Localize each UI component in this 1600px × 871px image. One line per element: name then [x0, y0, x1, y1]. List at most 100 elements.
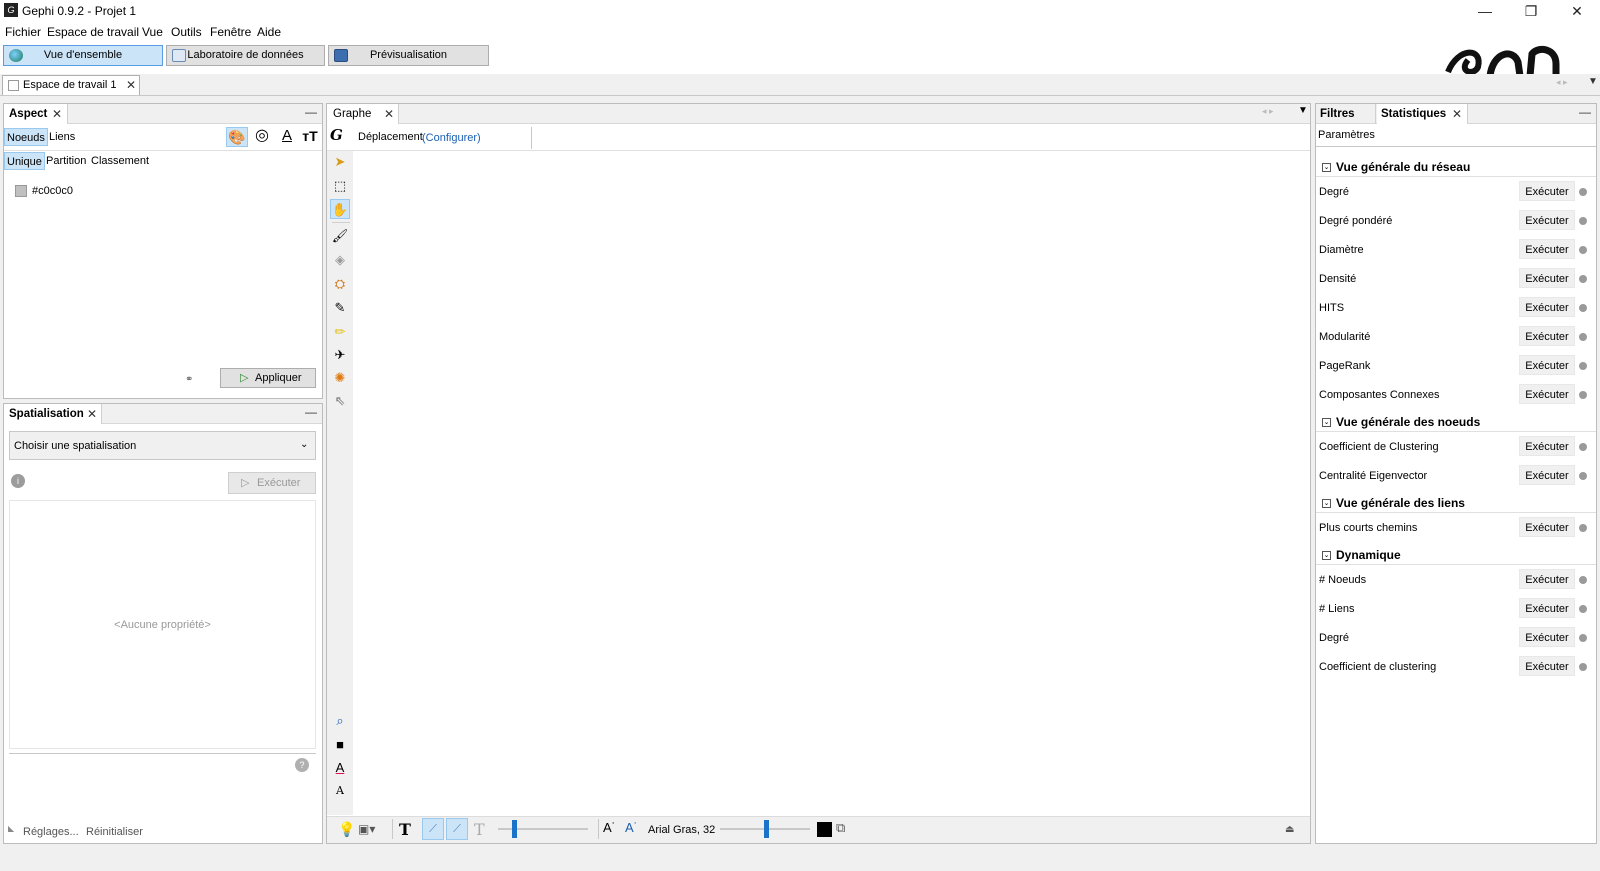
- font-size-down-icon[interactable]: A˙: [603, 820, 616, 835]
- close-graph-icon[interactable]: ✕: [384, 107, 394, 121]
- label-size-slider-thumb[interactable]: [764, 820, 769, 838]
- tab-unique[interactable]: Unique: [4, 152, 45, 170]
- tab-liens[interactable]: Liens: [47, 128, 77, 146]
- link-icon[interactable]: ⚭: [185, 374, 193, 385]
- status-dot-icon[interactable]: [1579, 304, 1587, 312]
- maximize-window-button[interactable]: ❐: [1508, 0, 1554, 22]
- run-statistic-button[interactable]: Exécuter: [1519, 268, 1575, 288]
- menu-fenetre[interactable]: Fenêtre: [210, 25, 251, 39]
- run-statistic-button[interactable]: Exécuter: [1519, 598, 1575, 618]
- stat-section-header[interactable]: ⌄ Dynamique: [1316, 545, 1596, 565]
- node-color-swatch[interactable]: [15, 185, 27, 197]
- run-statistic-button[interactable]: Exécuter: [1519, 210, 1575, 230]
- brush-icon[interactable]: 🖌: [330, 226, 350, 246]
- tab-list-dropdown-icon[interactable]: ▼: [1588, 76, 1598, 87]
- label-color-swatch[interactable]: [817, 822, 832, 837]
- status-dot-icon[interactable]: [1579, 246, 1587, 254]
- collapse-icon[interactable]: ⌄: [1322, 418, 1331, 427]
- label-color-icon[interactable]: A: [276, 127, 298, 147]
- run-statistic-button[interactable]: Exécuter: [1519, 436, 1575, 456]
- status-dot-icon[interactable]: [1579, 634, 1587, 642]
- zoom-icon[interactable]: ⌕: [330, 711, 350, 731]
- layout-select[interactable]: Choisir une spatialisation ⌄: [9, 431, 316, 460]
- run-statistic-button[interactable]: Exécuter: [1519, 569, 1575, 589]
- run-statistic-button[interactable]: Exécuter: [1519, 326, 1575, 346]
- gear-icon[interactable]: ✺: [330, 368, 350, 388]
- close-window-button[interactable]: ✕: [1554, 0, 1600, 22]
- status-dot-icon[interactable]: [1579, 391, 1587, 399]
- close-workspace-icon[interactable]: ✕: [126, 78, 136, 92]
- status-dot-icon[interactable]: [1579, 362, 1587, 370]
- info-icon[interactable]: i: [11, 474, 25, 488]
- edge-size-slider-thumb[interactable]: [512, 820, 517, 838]
- font-color-picker-icon[interactable]: A˙: [625, 820, 638, 835]
- collapse-icon[interactable]: ⌄: [1322, 499, 1331, 508]
- minimize-window-button[interactable]: —: [1462, 0, 1508, 22]
- tab-partition[interactable]: Partition: [44, 152, 88, 170]
- status-dot-icon[interactable]: [1579, 605, 1587, 613]
- status-dot-icon[interactable]: [1579, 663, 1587, 671]
- status-dot-icon[interactable]: [1579, 217, 1587, 225]
- size-icon[interactable]: ◎: [251, 127, 273, 147]
- expand-toolbar-icon[interactable]: ⏏: [1285, 824, 1294, 835]
- label-settings-icon[interactable]: ⧉: [836, 820, 845, 836]
- pointer-icon[interactable]: ➤: [330, 152, 350, 172]
- status-dot-icon[interactable]: [1579, 188, 1587, 196]
- font-color-icon[interactable]: A: [330, 758, 350, 778]
- graph-tab-list-icon[interactable]: ▼: [1298, 105, 1308, 116]
- graph-canvas[interactable]: [354, 151, 1309, 816]
- edge-color-icon[interactable]: ⟋: [446, 818, 468, 840]
- background-color-icon[interactable]: ■: [330, 735, 350, 755]
- run-statistic-button[interactable]: Exécuter: [1519, 517, 1575, 537]
- menu-vue[interactable]: Vue: [142, 25, 163, 39]
- tab-noeuds[interactable]: Noeuds: [4, 128, 48, 146]
- close-aspect-icon[interactable]: ✕: [52, 107, 62, 121]
- color-fill-icon[interactable]: ⛭: [330, 274, 350, 294]
- workspace-tab[interactable]: Espace de travail 1 ✕: [2, 75, 140, 95]
- parameters-label[interactable]: Paramètres: [1318, 129, 1375, 141]
- run-layout-button[interactable]: ▷ Exécuter: [228, 472, 316, 494]
- reset-link[interactable]: Réinitialiser: [86, 826, 143, 838]
- close-layout-icon[interactable]: ✕: [87, 407, 97, 421]
- apply-button[interactable]: ▷ Appliquer: [220, 368, 316, 388]
- menu-fichier[interactable]: Fichier: [5, 25, 41, 39]
- stat-section-header[interactable]: ⌄ Vue générale des liens: [1316, 493, 1596, 513]
- collapse-icon[interactable]: ⌄: [1322, 551, 1331, 560]
- status-dot-icon[interactable]: [1579, 275, 1587, 283]
- status-dot-icon[interactable]: [1579, 524, 1587, 532]
- layout-tab[interactable]: Spatialisation ✕: [4, 404, 102, 424]
- minimize-aspect-icon[interactable]: —: [305, 105, 317, 119]
- overview-button[interactable]: Vue d'ensemble: [3, 45, 163, 66]
- graph-tab[interactable]: Graphe ✕: [327, 104, 399, 124]
- airplane-icon[interactable]: ✈: [330, 345, 350, 365]
- rectangle-select-icon[interactable]: ⬚: [330, 176, 350, 196]
- stat-section-header[interactable]: ⌄ Vue générale des noeuds: [1316, 412, 1596, 432]
- configure-link[interactable]: (Configurer): [422, 132, 481, 144]
- minimize-layout-icon[interactable]: —: [305, 405, 317, 419]
- status-dot-icon[interactable]: [1579, 333, 1587, 341]
- light-bulb-icon[interactable]: 💡: [338, 821, 355, 838]
- show-labels-icon[interactable]: T: [399, 820, 411, 839]
- edges-icon[interactable]: ⟋: [422, 818, 444, 840]
- run-statistic-button[interactable]: Exécuter: [1519, 355, 1575, 375]
- font-icon[interactable]: A: [330, 781, 350, 801]
- run-statistic-button[interactable]: Exécuter: [1519, 465, 1575, 485]
- stat-section-header[interactable]: ⌄ Vue générale du réseau: [1316, 157, 1596, 177]
- preview-button[interactable]: Prévisualisation: [328, 45, 489, 66]
- palette-icon[interactable]: 🎨: [226, 127, 248, 147]
- status-dot-icon[interactable]: [1579, 576, 1587, 584]
- tab-filtres[interactable]: Filtres: [1316, 104, 1376, 124]
- run-statistic-button[interactable]: Exécuter: [1519, 627, 1575, 647]
- collapse-icon[interactable]: ⌄: [1322, 163, 1331, 172]
- run-statistic-button[interactable]: Exécuter: [1519, 239, 1575, 259]
- font-label[interactable]: Arial Gras, 32: [648, 824, 715, 836]
- graph-tab-scroll-icon[interactable]: ◂ ▸: [1262, 106, 1274, 117]
- drag-hand-icon[interactable]: ✋: [330, 199, 350, 219]
- minimize-statistics-icon[interactable]: —: [1579, 105, 1591, 119]
- tab-scroll-arrows-icon[interactable]: ◂ ▸: [1556, 77, 1568, 88]
- help-pointer-icon[interactable]: ⇖: [330, 391, 350, 411]
- menu-espace-de-travail[interactable]: Espace de travail: [47, 25, 139, 39]
- tab-classement[interactable]: Classement: [89, 152, 151, 170]
- run-statistic-button[interactable]: Exécuter: [1519, 181, 1575, 201]
- run-statistic-button[interactable]: Exécuter: [1519, 297, 1575, 317]
